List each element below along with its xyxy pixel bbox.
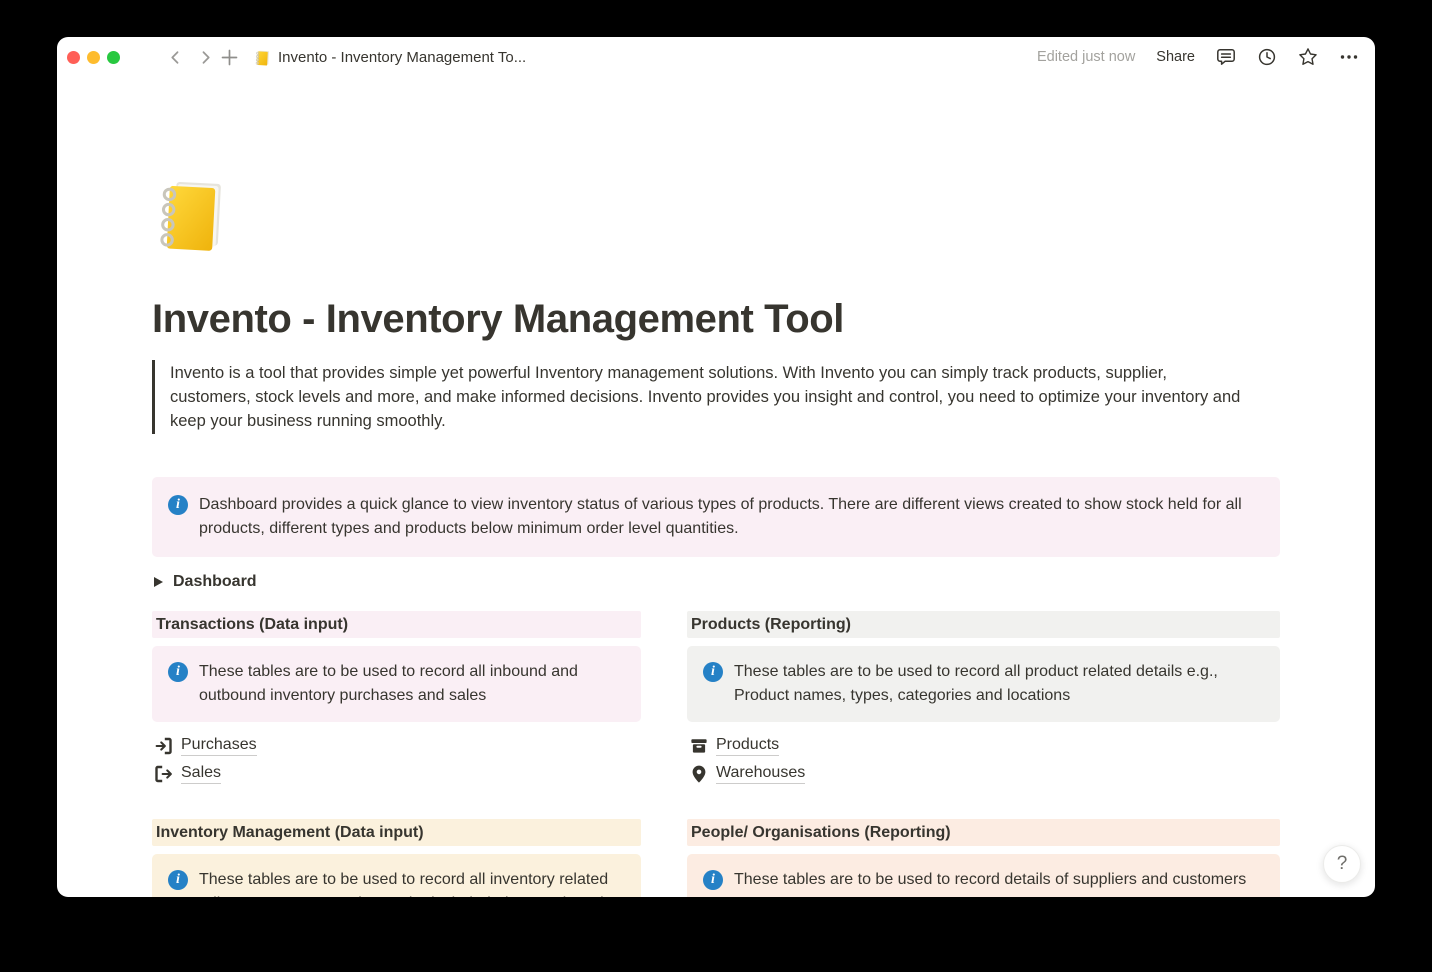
share-button[interactable]: Share <box>1156 49 1195 65</box>
dashboard-callout: i Dashboard provides a quick glance to v… <box>152 477 1280 557</box>
info-icon: i <box>168 870 188 890</box>
section-callout-text: These tables are to be used to record al… <box>199 660 625 708</box>
section-callout-text: These tables are to be used to record de… <box>734 868 1246 892</box>
section-callout-text: These tables are to be used to record al… <box>199 868 625 897</box>
section-callout: i These tables are to be used to record … <box>152 646 641 722</box>
info-icon: i <box>703 662 723 682</box>
forward-icon[interactable] <box>197 49 213 65</box>
ledger-emoji-small-icon <box>254 49 271 66</box>
page-title[interactable]: Invento - Inventory Management Tool <box>152 295 1280 343</box>
section-title: Products (Reporting) <box>687 611 1280 638</box>
desktop: { "titlebar": { "title": "Invento - Inve… <box>0 0 1432 972</box>
archive-box-icon <box>689 736 709 756</box>
updates-clock-icon[interactable] <box>1257 47 1277 67</box>
titlebar: Invento - Inventory Management To... Edi… <box>57 37 1375 77</box>
info-icon: i <box>168 495 188 515</box>
close-button[interactable] <box>67 51 80 64</box>
page-link-warehouses[interactable]: Warehouses <box>687 760 807 788</box>
favorite-star-icon[interactable] <box>1298 47 1318 67</box>
section-inventory-management: Inventory Management (Data input) i Thes… <box>152 819 641 897</box>
columns-row-1: Transactions (Data input) i These tables… <box>152 611 1280 788</box>
link-label: Products <box>716 736 779 756</box>
section-links: Purchases Sales <box>152 732 641 788</box>
page-link-purchases[interactable]: Purchases <box>152 732 259 760</box>
link-label: Sales <box>181 764 221 784</box>
edited-status: Edited just now <box>1037 49 1135 65</box>
sign-in-icon <box>154 736 174 756</box>
link-label: Warehouses <box>716 764 805 784</box>
section-callout-text: These tables are to be used to record al… <box>734 660 1264 708</box>
sign-out-icon <box>154 764 174 784</box>
section-products: Products (Reporting) i These tables are … <box>687 611 1280 788</box>
section-title: Transactions (Data input) <box>152 611 641 638</box>
traffic-lights <box>67 51 120 64</box>
section-callout: i These tables are to be used to record … <box>687 646 1280 722</box>
dashboard-toggle[interactable]: Dashboard <box>152 570 259 594</box>
section-transactions: Transactions (Data input) i These tables… <box>152 611 641 788</box>
titlebar-actions: Edited just now Share <box>1037 47 1359 67</box>
page-ledger-emoji[interactable] <box>152 175 230 253</box>
menu-icon[interactable] <box>135 50 153 64</box>
minimize-button[interactable] <box>87 51 100 64</box>
tab-title-label: Invento - Inventory Management To... <box>278 49 526 66</box>
notion-window: Invento - Inventory Management To... Edi… <box>57 37 1375 897</box>
location-pin-icon <box>689 764 709 784</box>
section-people-organisations: People/ Organisations (Reporting) i Thes… <box>687 819 1280 897</box>
section-title: Inventory Management (Data input) <box>152 819 641 846</box>
zoom-button[interactable] <box>107 51 120 64</box>
back-icon[interactable] <box>167 49 183 65</box>
quote-block: Invento is a tool that provides simple y… <box>152 360 1242 434</box>
info-icon: i <box>703 870 723 890</box>
columns-row-2: Inventory Management (Data input) i Thes… <box>152 819 1280 897</box>
more-options-icon[interactable] <box>1339 47 1359 67</box>
dashboard-callout-text: Dashboard provides a quick glance to vie… <box>199 493 1264 541</box>
tab-title[interactable]: Invento - Inventory Management To... <box>254 49 526 66</box>
help-button[interactable]: ? <box>1323 845 1361 883</box>
link-label: Purchases <box>181 736 257 756</box>
new-tab-icon[interactable] <box>219 47 239 67</box>
section-title: People/ Organisations (Reporting) <box>687 819 1280 846</box>
page-body: Invento - Inventory Management Tool Inve… <box>57 77 1375 897</box>
section-callout: i These tables are to be used to record … <box>687 854 1280 897</box>
toggle-arrow-icon <box>154 577 163 587</box>
page-link-sales[interactable]: Sales <box>152 760 223 788</box>
section-callout: i These tables are to be used to record … <box>152 854 641 897</box>
section-links: Products Warehouses <box>687 732 1280 788</box>
comments-icon[interactable] <box>1216 47 1236 67</box>
info-icon: i <box>168 662 188 682</box>
toggle-label: Dashboard <box>173 573 257 591</box>
page-link-products[interactable]: Products <box>687 732 781 760</box>
